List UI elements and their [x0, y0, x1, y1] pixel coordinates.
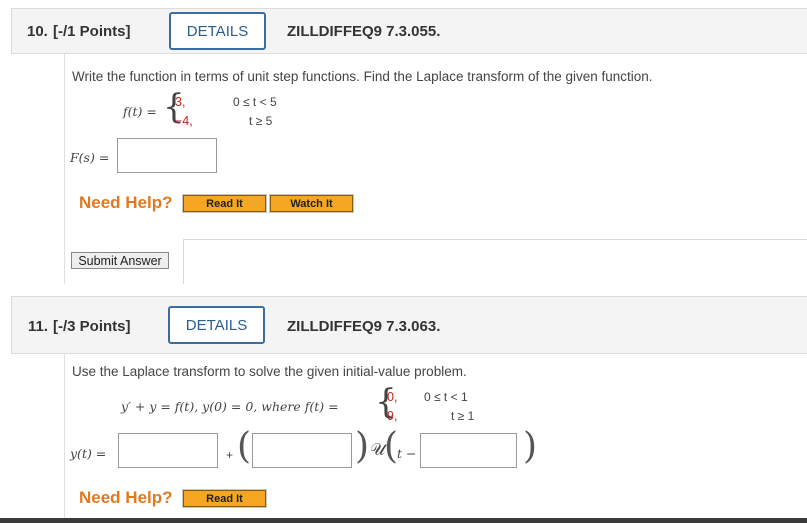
q10-points: [-/1 Points]	[53, 23, 131, 40]
q11-step-open-paren: (	[384, 426, 399, 467]
q11-reference: ZILLDIFFEQ9 7.3.063.	[287, 318, 441, 335]
q10-need-help: Need Help?	[79, 193, 173, 212]
q11-t-minus: t −	[397, 446, 417, 461]
q11-need-help: Need Help?	[79, 488, 173, 507]
q10-details-button[interactable]: DETAILS	[169, 12, 266, 50]
q11-answer1-input[interactable]	[118, 433, 218, 468]
q10-answer-label: F(s) =	[70, 150, 110, 165]
q10-submit-divider-vertical	[183, 239, 184, 284]
q10-reference: ZILLDIFFEQ9 7.3.055.	[287, 23, 441, 40]
q11-case1-condition: 0 ≤ t < 1	[424, 390, 468, 404]
q11-prompt: Use the Laplace transform to solve the g…	[72, 364, 467, 379]
q10-prompt: Write the function in terms of unit step…	[72, 69, 653, 84]
q11-plus: +	[226, 448, 234, 462]
q11-case2-condition: t ≥ 1	[451, 409, 475, 423]
q10-f-label: f(t) =	[123, 104, 157, 119]
q11-case1-value: 0,	[387, 390, 398, 404]
q10-watch-it-button[interactable]: Watch It	[269, 194, 354, 213]
q11-number: 11.	[28, 318, 49, 335]
q10-number: 10.	[27, 23, 48, 40]
q11-answer-label: y(t) =	[70, 446, 107, 461]
q10-submit-divider	[183, 239, 807, 240]
q10-case1-condition: 0 ≤ t < 5	[233, 95, 277, 109]
q11-details-button[interactable]: DETAILS	[168, 306, 265, 344]
q10-answer-input[interactable]	[117, 138, 217, 173]
q10-case2-value: −4,	[175, 114, 193, 128]
q11-open-paren: (	[237, 426, 252, 467]
submit-answer-button[interactable]: Submit Answer	[71, 252, 169, 269]
q11-step-close-paren: )	[523, 426, 538, 467]
q10-case1-value: 3,	[175, 95, 186, 109]
q11-answer3-input[interactable]	[420, 433, 517, 468]
q11-points: [-/3 Points]	[53, 318, 131, 335]
q10-read-it-button[interactable]: Read It	[182, 194, 267, 213]
q11-case2-value: 9,	[387, 409, 398, 423]
q11-close-paren: )	[355, 426, 370, 467]
q11-equation: y′ + y = f(t), y(0) = 0, where f(t) =	[121, 399, 339, 414]
q10-body-border	[64, 54, 65, 284]
q10-case2-condition: t ≥ 5	[249, 114, 273, 128]
q11-body-border	[64, 354, 65, 523]
q11-answer2-input[interactable]	[252, 433, 352, 468]
q11-read-it-button[interactable]: Read It	[182, 489, 267, 508]
bottom-scroll-edge	[0, 518, 807, 523]
